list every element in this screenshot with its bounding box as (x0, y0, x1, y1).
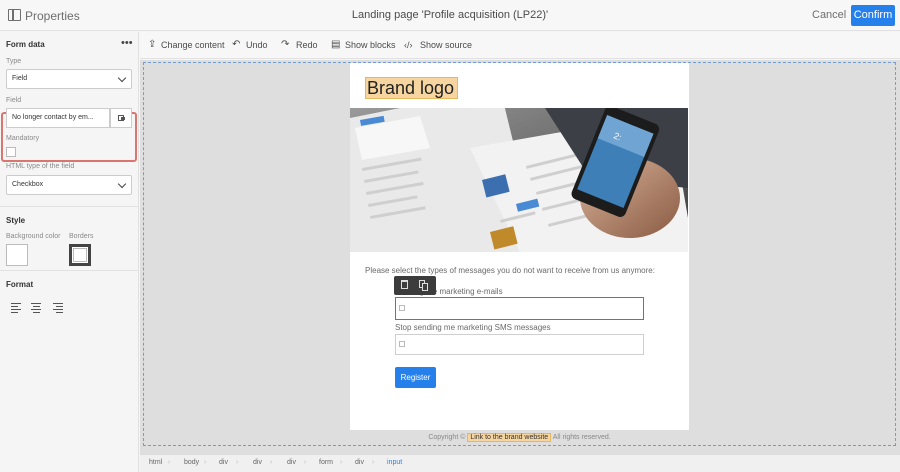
field-label: Field (6, 97, 22, 104)
field-input[interactable]: No longer contact by em... (6, 108, 110, 128)
show-source-button[interactable]: Show source (420, 40, 472, 50)
page-title: Landing page 'Profile acquisition (LP22)… (351, 9, 549, 21)
register-button[interactable]: Register (395, 367, 436, 388)
brand-website-link[interactable]: Link to the brand website (467, 433, 552, 442)
chevron-right-icon: › (204, 459, 207, 466)
chevron-down-icon (117, 73, 127, 83)
chevron-right-icon: › (168, 459, 171, 466)
hero-image[interactable]: 2: (350, 108, 688, 252)
breadcrumb-item[interactable]: form (319, 459, 333, 466)
duplicate-icon-back (422, 283, 428, 291)
breadcrumb-item[interactable]: div (355, 459, 364, 466)
chevron-right-icon: › (340, 459, 343, 466)
undo-icon[interactable]: ↶ (232, 40, 240, 50)
checkbox-icon[interactable] (399, 341, 405, 347)
redo-button[interactable]: Redo (296, 40, 318, 50)
type-select-value: Field (12, 75, 28, 82)
breadcrumb: html › body › div › div › div › form › d… (140, 454, 900, 472)
breadcrumb-item[interactable]: div (287, 459, 296, 466)
field-picker-button[interactable] (110, 108, 132, 128)
form-data-heading: Form data (6, 40, 45, 49)
editor-toolbar: ⇪ Change content ↶ Undo ↷ Redo ▤ Show bl… (140, 32, 900, 59)
breadcrumb-item[interactable]: div (219, 459, 228, 466)
option1-checkbox-field[interactable] (395, 297, 644, 320)
show-blocks-icon[interactable]: ▤ (331, 40, 340, 50)
undo-button[interactable]: Undo (246, 40, 268, 50)
checkbox-icon[interactable] (399, 305, 405, 311)
show-blocks-button[interactable]: Show blocks (345, 40, 396, 50)
breadcrumb-item-active[interactable]: input (387, 459, 402, 466)
properties-label[interactable]: Properties (25, 9, 80, 23)
confirm-button[interactable]: Confirm (851, 5, 895, 26)
properties-panel: Form data ••• Type Field Field No longer… (0, 32, 139, 472)
style-heading: Style (6, 216, 26, 225)
brand-logo[interactable]: Brand logo (365, 77, 458, 99)
type-label: Type (6, 58, 22, 65)
html-type-label: HTML type of the field (6, 163, 75, 170)
intro-text: Please select the types of messages you … (365, 266, 655, 275)
mandatory-label: Mandatory (6, 135, 40, 142)
source-code-icon[interactable]: ‹/› (404, 40, 413, 50)
breadcrumb-item[interactable]: body (184, 459, 199, 466)
ellipsis-icon[interactable]: ••• (121, 37, 133, 49)
borders-swatch[interactable] (69, 244, 91, 266)
breadcrumb-item[interactable]: html (149, 459, 162, 466)
align-right-icon[interactable] (53, 303, 63, 314)
option2-label: Stop sending me marketing SMS messages (395, 323, 551, 332)
change-content-icon[interactable]: ⇪ (148, 40, 156, 50)
background-color-label: Background color (6, 233, 61, 240)
hero-devices-illustration: 2: (350, 108, 688, 252)
chevron-right-icon: › (236, 459, 239, 466)
type-select[interactable]: Field (6, 69, 132, 89)
folder-icon (118, 115, 125, 121)
footer-rights: All rights reserved. (552, 434, 611, 441)
chevron-right-icon: › (270, 459, 273, 466)
trash-icon[interactable] (401, 280, 408, 289)
background-color-swatch[interactable] (6, 244, 28, 266)
chevron-right-icon: › (304, 459, 307, 466)
footer-copyright: Copyright © (428, 434, 466, 441)
html-type-select-value: Checkbox (12, 181, 44, 188)
html-type-select[interactable]: Checkbox (6, 175, 132, 195)
option2-checkbox-field[interactable] (395, 334, 644, 355)
redo-icon[interactable]: ↷ (281, 40, 289, 50)
context-toolbar (394, 276, 436, 295)
top-bar: Properties Landing page 'Profile acquisi… (0, 0, 900, 31)
chevron-down-icon (117, 179, 127, 189)
page-footer: Copyright © Link to the brand website Al… (350, 433, 689, 442)
align-center-icon[interactable] (31, 303, 41, 314)
properties-panel-icon[interactable] (8, 9, 21, 21)
divider (0, 206, 139, 207)
chevron-right-icon: › (372, 459, 375, 466)
borders-label: Borders (69, 233, 94, 240)
mandatory-checkbox[interactable] (6, 147, 16, 157)
format-heading: Format (6, 280, 34, 289)
cancel-button[interactable]: Cancel (804, 6, 854, 25)
breadcrumb-item[interactable]: div (253, 459, 262, 466)
align-left-icon[interactable] (11, 303, 21, 314)
change-content-button[interactable]: Change content (161, 40, 225, 50)
divider (0, 270, 139, 271)
